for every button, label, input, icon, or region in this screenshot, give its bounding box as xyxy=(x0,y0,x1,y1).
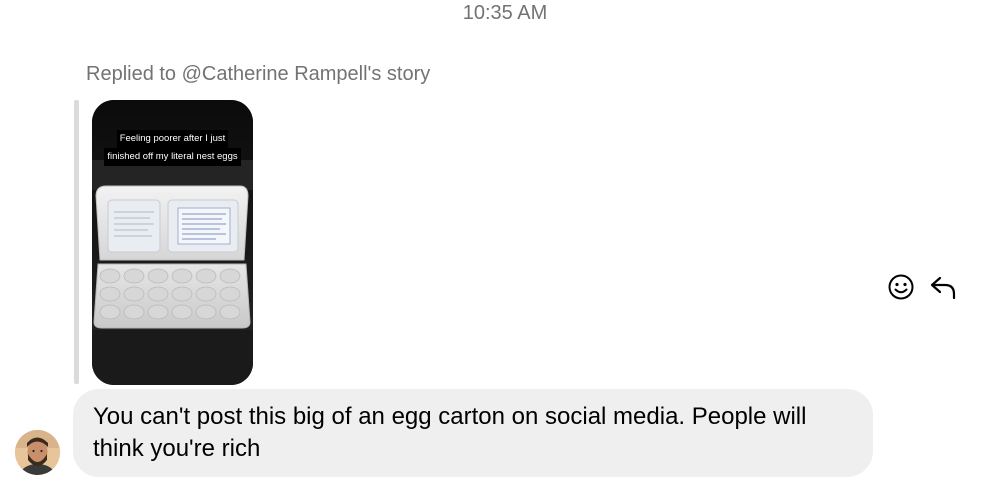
message-bubble[interactable]: You can't post this big of an egg carton… xyxy=(73,389,873,477)
reply-button[interactable] xyxy=(928,272,958,302)
avatar-photo xyxy=(15,430,60,475)
smiley-icon xyxy=(888,274,914,300)
react-button[interactable] xyxy=(886,272,916,302)
story-caption: Feeling poorer after I just finished off… xyxy=(92,130,253,166)
story-caption-line-1: Feeling poorer after I just xyxy=(116,130,229,148)
story-caption-line-2: finished off my literal nest eggs xyxy=(104,148,241,166)
dm-thread: 10:35 AM Replied to @Catherine Rampell's… xyxy=(0,0,1000,502)
story-reply-context[interactable]: Replied to @Catherine Rampell's story xyxy=(86,63,430,86)
quote-bar xyxy=(74,100,79,384)
message-timestamp: 10:35 AM xyxy=(462,2,548,24)
reply-arrow-icon xyxy=(930,276,956,300)
message-actions xyxy=(886,272,958,302)
story-thumbnail[interactable]: Feeling poorer after I just finished off… xyxy=(92,100,253,385)
sender-avatar[interactable] xyxy=(15,430,60,475)
